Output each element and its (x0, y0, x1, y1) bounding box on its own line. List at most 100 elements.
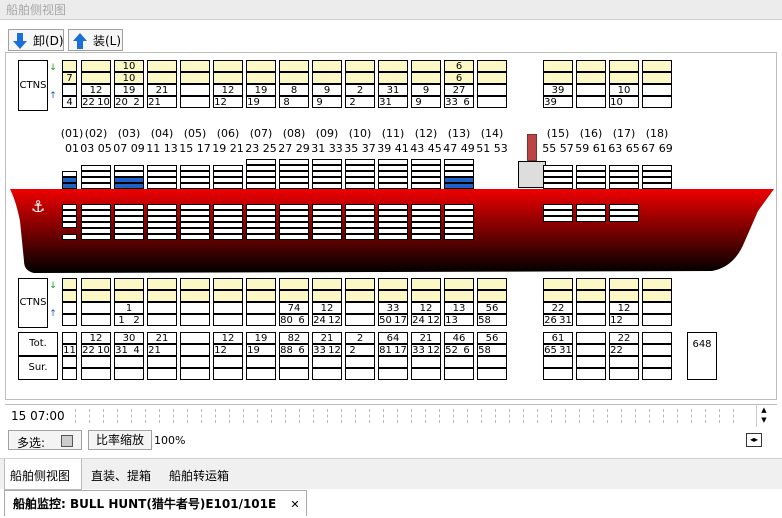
tab-ship-profile[interactable]: 船舶侧视图 (10, 467, 70, 484)
total-cell[interactable] (378, 368, 408, 380)
top-ctns-cell[interactable] (642, 60, 672, 72)
top-ctns-cell[interactable] (62, 60, 77, 72)
deck-container[interactable] (312, 183, 342, 189)
bottom-ctns-cell[interactable] (642, 278, 672, 290)
total-cell[interactable] (411, 368, 441, 380)
total-cell[interactable] (147, 368, 177, 380)
total-cell[interactable] (180, 344, 210, 356)
total-cell[interactable] (213, 356, 243, 368)
deck-container[interactable] (411, 183, 441, 189)
bottom-ctns-cell[interactable] (213, 290, 243, 302)
top-ctns-cell[interactable] (81, 72, 111, 84)
bottom-ctns-cell[interactable] (312, 290, 342, 302)
bottom-ctns-cell[interactable] (642, 290, 672, 302)
bottom-ctns-cell[interactable] (279, 290, 309, 302)
total-cell[interactable] (62, 368, 77, 380)
top-ctns-cell[interactable] (378, 72, 408, 84)
total-cell[interactable] (279, 356, 309, 368)
bottom-ctns-cell[interactable] (213, 314, 243, 326)
hold-container[interactable] (345, 234, 375, 240)
hold-container[interactable] (378, 234, 408, 240)
bottom-ctns-cell[interactable] (345, 302, 375, 314)
total-cell[interactable] (180, 368, 210, 380)
hold-container[interactable] (114, 234, 144, 240)
deck-container[interactable] (576, 183, 606, 189)
multi-select-toggle[interactable]: 多选: (8, 430, 82, 450)
bottom-ctns-cell[interactable] (246, 278, 276, 290)
hold-container[interactable] (444, 234, 474, 240)
bottom-ctns-cell[interactable] (609, 278, 639, 290)
deck-container[interactable] (543, 183, 573, 189)
total-cell[interactable] (147, 356, 177, 368)
total-cell[interactable] (543, 368, 573, 380)
top-ctns-cell[interactable] (312, 60, 342, 72)
timeline-scrollbar[interactable]: ▲ ▼ (756, 405, 771, 427)
bottom-ctns-cell[interactable] (576, 314, 606, 326)
bottom-ctns-cell[interactable] (576, 278, 606, 290)
top-ctns-cell[interactable] (180, 84, 210, 96)
top-ctns-cell[interactable] (576, 72, 606, 84)
bottom-ctns-cell[interactable] (81, 302, 111, 314)
deck-container[interactable] (378, 183, 408, 189)
total-cell[interactable] (642, 332, 672, 344)
hold-container[interactable] (312, 234, 342, 240)
bottom-ctns-cell[interactable] (180, 290, 210, 302)
bottom-ctns-cell[interactable] (180, 302, 210, 314)
scroll-up-icon[interactable]: ▲ (757, 405, 771, 415)
top-ctns-cell[interactable] (576, 96, 606, 108)
bottom-ctns-cell[interactable] (477, 290, 507, 302)
bottom-ctns-cell[interactable] (543, 290, 573, 302)
top-ctns-cell[interactable] (642, 84, 672, 96)
hold-container[interactable] (576, 216, 606, 222)
bottom-ctns-cell[interactable] (246, 314, 276, 326)
hold-container[interactable] (279, 234, 309, 240)
bottom-ctns-cell[interactable] (345, 290, 375, 302)
bottom-ctns-cell[interactable] (642, 302, 672, 314)
deck-container[interactable] (345, 183, 375, 189)
bottom-ctns-cell[interactable] (180, 278, 210, 290)
top-ctns-cell[interactable] (213, 72, 243, 84)
top-ctns-cell[interactable] (609, 60, 639, 72)
total-cell[interactable] (213, 368, 243, 380)
total-cell[interactable] (345, 356, 375, 368)
unload-button[interactable]: 卸(D) (8, 29, 64, 51)
hold-container[interactable] (543, 216, 573, 222)
top-ctns-cell[interactable] (378, 60, 408, 72)
close-icon[interactable]: ✕ (290, 498, 299, 511)
top-ctns-cell[interactable] (477, 84, 507, 96)
top-ctns-cell[interactable] (609, 72, 639, 84)
total-cell[interactable] (477, 368, 507, 380)
total-cell[interactable] (642, 356, 672, 368)
bottom-ctns-cell[interactable] (543, 278, 573, 290)
hold-container[interactable] (213, 234, 243, 240)
bottom-ctns-cell[interactable] (576, 290, 606, 302)
deck-container[interactable] (147, 183, 177, 189)
bottom-ctns-cell[interactable] (62, 302, 77, 314)
bottom-ctns-cell[interactable] (81, 314, 111, 326)
total-cell[interactable] (576, 356, 606, 368)
total-cell[interactable] (312, 356, 342, 368)
top-ctns-cell[interactable] (477, 72, 507, 84)
total-cell[interactable] (312, 368, 342, 380)
total-cell[interactable] (642, 344, 672, 356)
deck-container[interactable] (642, 183, 672, 189)
hold-container[interactable] (411, 234, 441, 240)
total-cell[interactable] (279, 368, 309, 380)
bottom-ctns-cell[interactable] (114, 290, 144, 302)
bottom-ctns-cell[interactable] (642, 314, 672, 326)
top-ctns-cell[interactable] (477, 60, 507, 72)
total-cell[interactable] (378, 356, 408, 368)
total-cell[interactable] (609, 368, 639, 380)
deck-container[interactable] (213, 183, 243, 189)
bottom-ctns-cell[interactable] (246, 290, 276, 302)
total-cell[interactable] (576, 332, 606, 344)
hold-container[interactable] (62, 222, 77, 228)
total-cell[interactable] (642, 368, 672, 380)
bottom-ctns-cell[interactable] (411, 290, 441, 302)
top-ctns-cell[interactable] (642, 96, 672, 108)
top-ctns-cell[interactable] (411, 60, 441, 72)
bottom-ctns-cell[interactable] (62, 290, 77, 302)
top-ctns-cell[interactable] (147, 60, 177, 72)
top-ctns-cell[interactable] (246, 72, 276, 84)
top-ctns-cell[interactable] (279, 60, 309, 72)
